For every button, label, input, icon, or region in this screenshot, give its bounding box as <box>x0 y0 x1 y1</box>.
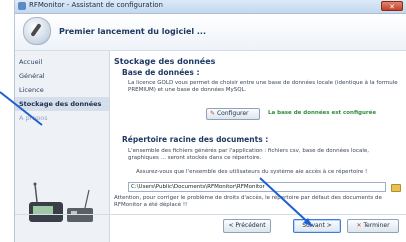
previous-button[interactable]: < Précédent <box>223 219 271 233</box>
root-description: L'ensemble des fichiers générés par l'ap… <box>128 148 369 161</box>
wizard-header: Premier lancement du logiciel ... <box>15 14 406 51</box>
finish-label: Terminer <box>363 222 390 229</box>
finish-button[interactable]: ✕ Terminer <box>347 219 399 233</box>
device-illustration <box>29 182 93 222</box>
header-title: Premier lancement du logiciel ... <box>59 27 207 36</box>
sidebar-item-accueil[interactable]: Accueil <box>15 55 109 69</box>
database-description: La licence GOLD vous permet de choisir e… <box>128 80 398 93</box>
sidebar-item-stockage[interactable]: Stockage des données <box>15 97 109 111</box>
close-button[interactable]: ✕ <box>381 1 403 11</box>
root-note: Assurez-vous que l'ensemble des utilisat… <box>136 169 368 175</box>
sidebar-item-licence[interactable]: Licence <box>15 83 109 97</box>
wizard-window: RFMonitor - Assistant de configuration ✕… <box>14 0 406 242</box>
root-path-field[interactable]: C:\Users\Public\Documents\RFMonitor\RFMo… <box>128 182 386 192</box>
root-heading: Répertoire racine des documents : <box>122 135 269 144</box>
previous-label: < Précédent <box>228 222 266 229</box>
wrench-icon: ✎ <box>210 110 216 117</box>
cancel-x-icon: ✕ <box>356 222 362 229</box>
sidebar-item-general[interactable]: Général <box>15 69 109 83</box>
sidebar-item-apropos[interactable]: A propos <box>15 111 109 125</box>
database-status: La base de données est configurée <box>268 110 377 116</box>
footer-divider <box>15 214 406 215</box>
next-label: Suivant > <box>302 222 332 229</box>
database-heading: Base de données : <box>122 68 200 77</box>
root-warning: Attention, pour corriger le problème de … <box>114 195 382 208</box>
app-icon <box>18 2 26 10</box>
next-button[interactable]: Suivant > <box>293 219 341 233</box>
configure-button[interactable]: ✎ Configurer <box>206 108 260 120</box>
window-title: RFMonitor - Assistant de configuration <box>29 1 163 9</box>
gauge-icon <box>23 17 51 45</box>
folder-icon[interactable] <box>391 184 401 192</box>
title-bar: RFMonitor - Assistant de configuration ✕ <box>15 0 406 14</box>
configure-label: Configurer <box>216 110 249 117</box>
section-title: Stockage des données <box>114 57 216 66</box>
